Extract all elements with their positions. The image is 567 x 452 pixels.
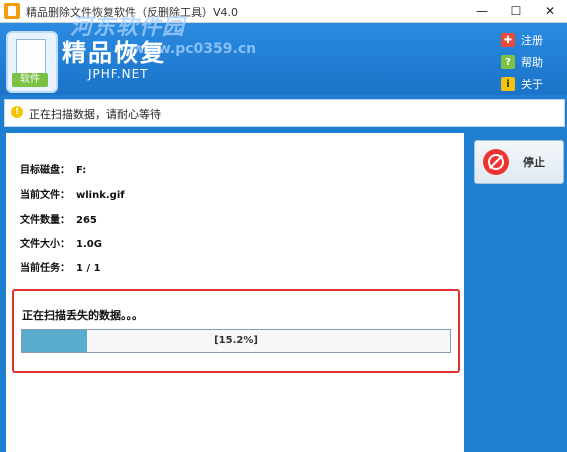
file-size-label: 文件大小： [20,239,70,250]
current-file-label: 当前文件： [20,190,70,201]
close-button[interactable]: ✕ [533,0,567,22]
current-task-row: 当前任务： 1 / 1 [20,259,101,274]
minimize-button[interactable]: — [465,0,499,22]
current-task-value: 1 / 1 [76,263,101,274]
help-icon: ? [501,55,515,69]
help-label: 帮助 [521,56,543,69]
current-file-value: wlink.gif [76,190,125,201]
target-disk-value: F: [76,165,87,176]
header-links: ✚ 注册 ? 帮助 i 关于 [501,29,549,95]
logo-tag: 软件 [12,73,48,87]
file-size-value: 1.0G [76,239,102,250]
register-label: 注册 [521,34,543,47]
register-icon: ✚ [501,33,515,47]
help-link[interactable]: ? 帮助 [501,51,549,73]
file-count-value: 265 [76,215,97,226]
brand-title: 精品恢复 [62,39,166,67]
scan-progress-box: 正在扫描丢失的数据。。。 [15.2%] [12,289,460,373]
app-icon [4,3,20,19]
status-text: 正在扫描数据，请耐心等待 [29,108,161,121]
brand-subtitle: JPHF.NET [88,67,149,81]
current-task-label: 当前任务： [20,263,70,274]
document-icon [16,39,46,77]
target-disk-row: 目标磁盘： F: [20,161,86,176]
app-logo: 软件 [6,31,58,93]
register-link[interactable]: ✚ 注册 [501,29,549,51]
info-icon: ! [11,106,23,118]
stop-icon [483,149,509,175]
status-bar: ! 正在扫描数据，请耐心等待 [4,99,565,127]
about-icon: i [501,77,515,91]
file-count-label: 文件数量： [20,215,70,226]
file-count-row: 文件数量： 265 [20,211,97,226]
progress-text: [15.2%] [214,335,258,346]
maximize-button[interactable]: ☐ [499,0,533,22]
scan-panel: 目标磁盘： F: 当前文件： wlink.gif 文件数量： 265 文件大小： 1.0… [6,133,464,452]
about-label: 关于 [521,78,543,91]
scan-progress-label: 正在扫描丢失的数据。。。 [22,309,143,322]
progress-bar: [15.2%] [21,329,451,353]
stop-button[interactable]: 停止 [474,140,564,184]
header-banner: 软件 河东软件园 www.pc0359.cn 精品恢复 JPHF.NET ✚ 注… [0,15,567,95]
target-disk-label: 目标磁盘： [20,165,70,176]
current-file-row: 当前文件： wlink.gif [20,186,125,201]
stop-label: 停止 [523,156,545,169]
file-size-row: 文件大小： 1.0G [20,235,102,250]
about-link[interactable]: i 关于 [501,73,549,95]
